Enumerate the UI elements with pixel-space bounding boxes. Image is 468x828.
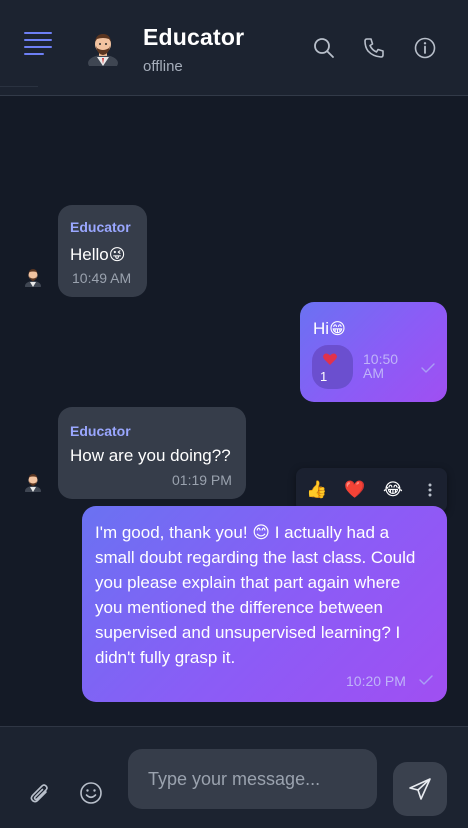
message-bubble-incoming[interactable]: Educator Hello😜 10:49 AM: [58, 205, 147, 297]
reaction-laugh[interactable]: 😂: [383, 480, 403, 500]
emoji: 😜: [108, 245, 126, 264]
message-text: I'm good, thank you! 😊 I actually had a …: [95, 523, 416, 667]
check-icon: [421, 363, 435, 373]
message-time: 01:19 PM: [172, 472, 232, 488]
sender-name: Educator: [70, 219, 131, 235]
emoji: 😁: [329, 319, 346, 338]
reaction-count: 1: [320, 369, 328, 384]
header-divider: [0, 86, 38, 87]
message-bubble-outgoing[interactable]: I'm good, thank you! 😊 I actually had a …: [82, 506, 447, 702]
sender-avatar: [25, 474, 41, 492]
message-input[interactable]: [128, 749, 377, 809]
message-text: Hi😁: [313, 319, 346, 338]
chat-header: Educator offline: [0, 0, 468, 96]
message-composer: [0, 726, 468, 828]
menu-icon[interactable]: [24, 32, 54, 58]
smiley-icon[interactable]: [78, 780, 104, 806]
send-button[interactable]: [393, 762, 447, 816]
message-text: How are you doing??: [70, 446, 231, 465]
phone-icon[interactable]: [362, 36, 386, 60]
message-time: 10:49 AM: [72, 270, 132, 286]
kebab-icon[interactable]: [424, 482, 436, 498]
heart-icon: [323, 353, 337, 365]
contact-avatar[interactable]: [86, 30, 120, 66]
sender-avatar: [25, 269, 41, 287]
info-icon[interactable]: [413, 36, 437, 60]
reaction-heart[interactable]: ❤️: [344, 480, 365, 500]
contact-name: Educator: [143, 24, 245, 50]
message-time: 10:20 PM: [346, 673, 406, 689]
message-time: 10:50 AM: [363, 351, 399, 381]
message-bubble-outgoing[interactable]: Hi😁 1 10:50 AM: [300, 302, 447, 402]
send-icon: [409, 778, 431, 800]
sender-name: Educator: [70, 423, 131, 439]
reaction-thumbs-up[interactable]: 👍: [306, 480, 327, 500]
contact-status: offline: [143, 58, 183, 75]
message-text: Hello😜: [70, 245, 126, 264]
check-icon: [419, 675, 433, 685]
attach-icon[interactable]: [27, 781, 53, 807]
search-icon[interactable]: [312, 36, 336, 60]
message-reaction[interactable]: 1: [312, 345, 353, 389]
message-bubble-incoming[interactable]: Educator How are you doing?? 01:19 PM: [58, 407, 246, 499]
